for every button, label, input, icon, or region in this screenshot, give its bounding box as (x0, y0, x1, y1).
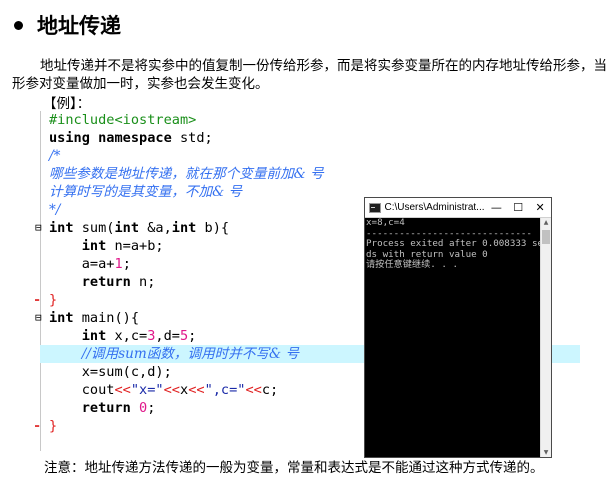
bullet-icon (14, 20, 23, 30)
code-line-3: /* (49, 148, 61, 164)
scroll-thumb[interactable] (542, 230, 550, 244)
note-text: 注意：地址传递方法传递的一般为变量，常量和表达式是不能通过这种方式传递的。 (44, 460, 544, 476)
code-line-1: #include<iostream> (49, 112, 197, 128)
code-line-2: using namespace std; (49, 130, 213, 146)
maximize-button[interactable]: ☐ (507, 201, 529, 214)
console-output: x=8,c=4 ------------------------------ P… (365, 218, 551, 457)
section-heading: 地址传递 (14, 10, 121, 40)
code-line-4: 哪些参数是地址传递，就在那个变量前加& 号 (49, 166, 324, 182)
close-button[interactable]: ✕ (529, 201, 551, 214)
fold-marker-icon[interactable]: ⊟ (35, 219, 42, 237)
console-line: x=8,c=4 (366, 218, 405, 228)
scroll-down-icon[interactable]: ▼ (541, 449, 551, 456)
heading-text: 地址传递 (37, 14, 121, 38)
console-scrollbar[interactable]: ▲ ▼ (540, 218, 551, 457)
console-app-icon (369, 202, 381, 213)
minimize-button[interactable]: — (486, 201, 508, 214)
intro-paragraph: 地址传递并不是将实参中的值复制一份传给形参，而是将实参变量所在的内存地址传给形参… (12, 58, 607, 92)
scroll-up-icon[interactable]: ▲ (541, 219, 551, 226)
fold-end-icon: - (33, 418, 42, 434)
fold-marker-icon[interactable]: ⊟ (35, 309, 42, 327)
fold-end-icon: - (33, 292, 42, 308)
console-titlebar[interactable]: C:\Users\Administrat... — ☐ ✕ (365, 198, 551, 218)
console-line: Process exited after 0.008333 secon (366, 238, 551, 249)
console-window[interactable]: C:\Users\Administrat... — ☐ ✕ x=8,c=4 --… (364, 197, 552, 458)
console-line: 请按任意键继续. . . (366, 259, 458, 270)
console-title: C:\Users\Administrat... (384, 202, 485, 213)
